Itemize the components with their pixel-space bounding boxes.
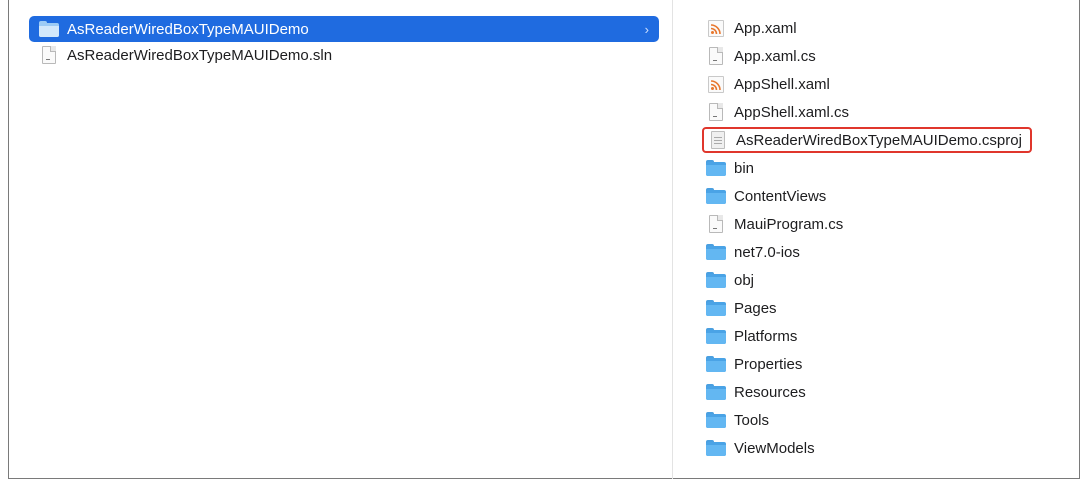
chevron-right-icon: ›: [644, 21, 649, 37]
item-label: Pages: [734, 299, 777, 317]
folder-icon: [706, 328, 726, 344]
list-item[interactable]: net7.0-ios: [706, 238, 1084, 266]
project-file-icon: [711, 131, 725, 149]
item-label: AsReaderWiredBoxTypeMAUIDemo: [67, 20, 309, 38]
item-label: AppShell.xaml.cs: [734, 103, 850, 121]
list-item[interactable]: obj: [706, 266, 1084, 294]
list-item-csproj[interactable]: AsReaderWiredBoxTypeMAUIDemo.csproj: [702, 126, 1084, 154]
list-item[interactable]: bin: [706, 154, 1084, 182]
file-icon: [709, 103, 723, 121]
item-label: Resources: [734, 383, 806, 401]
column-right: App.xaml App.xaml.cs AppShell.xaml AppSh…: [702, 14, 1084, 462]
item-label: AsReaderWiredBoxTypeMAUIDemo.sln: [67, 46, 333, 64]
folder-icon: [706, 160, 726, 176]
folder-icon: [39, 21, 59, 37]
folder-icon: [706, 384, 726, 400]
list-item[interactable]: Platforms: [706, 322, 1084, 350]
folder-icon: [706, 188, 726, 204]
item-label: net7.0-ios: [734, 243, 800, 261]
folder-icon: [706, 412, 726, 428]
list-item[interactable]: Tools: [706, 406, 1084, 434]
item-label: MauiProgram.cs: [734, 215, 844, 233]
column-left: AsReaderWiredBoxTypeMAUIDemo › AsReaderW…: [29, 16, 659, 68]
list-item[interactable]: AppShell.xaml: [706, 70, 1084, 98]
item-label: App.xaml: [734, 19, 797, 37]
item-label: obj: [734, 271, 755, 289]
folder-icon: [706, 300, 726, 316]
list-item-project-folder[interactable]: AsReaderWiredBoxTypeMAUIDemo ›: [29, 16, 659, 42]
folder-icon: [706, 244, 726, 260]
list-item[interactable]: AppShell.xaml.cs: [706, 98, 1084, 126]
item-label: AsReaderWiredBoxTypeMAUIDemo.csproj: [736, 131, 1022, 149]
list-item[interactable]: MauiProgram.cs: [706, 210, 1084, 238]
item-label: ViewModels: [734, 439, 815, 457]
list-item[interactable]: App.xaml.cs: [706, 42, 1084, 70]
folder-icon: [706, 272, 726, 288]
folder-icon: [706, 356, 726, 372]
file-icon: [42, 46, 56, 64]
list-item-solution-file[interactable]: AsReaderWiredBoxTypeMAUIDemo.sln: [29, 42, 659, 68]
folder-icon: [706, 440, 726, 456]
list-item[interactable]: ContentViews: [706, 182, 1084, 210]
item-label: ContentViews: [734, 187, 827, 205]
item-label: bin: [734, 159, 755, 177]
list-item[interactable]: Resources: [706, 378, 1084, 406]
item-label: Properties: [734, 355, 803, 373]
highlight-box: AsReaderWiredBoxTypeMAUIDemo.csproj: [702, 127, 1032, 153]
xaml-file-icon: [708, 19, 724, 37]
item-label: Tools: [734, 411, 770, 429]
item-label: AppShell.xaml: [734, 75, 830, 93]
file-icon: [709, 215, 723, 233]
list-item[interactable]: ViewModels: [706, 434, 1084, 462]
item-label: Platforms: [734, 327, 798, 345]
finder-window: AsReaderWiredBoxTypeMAUIDemo › AsReaderW…: [8, 0, 1080, 479]
item-label: App.xaml.cs: [734, 47, 816, 65]
list-item[interactable]: Properties: [706, 350, 1084, 378]
column-divider[interactable]: [672, 0, 673, 479]
list-item[interactable]: App.xaml: [706, 14, 1084, 42]
list-item[interactable]: Pages: [706, 294, 1084, 322]
xaml-file-icon: [708, 75, 724, 93]
file-icon: [709, 47, 723, 65]
